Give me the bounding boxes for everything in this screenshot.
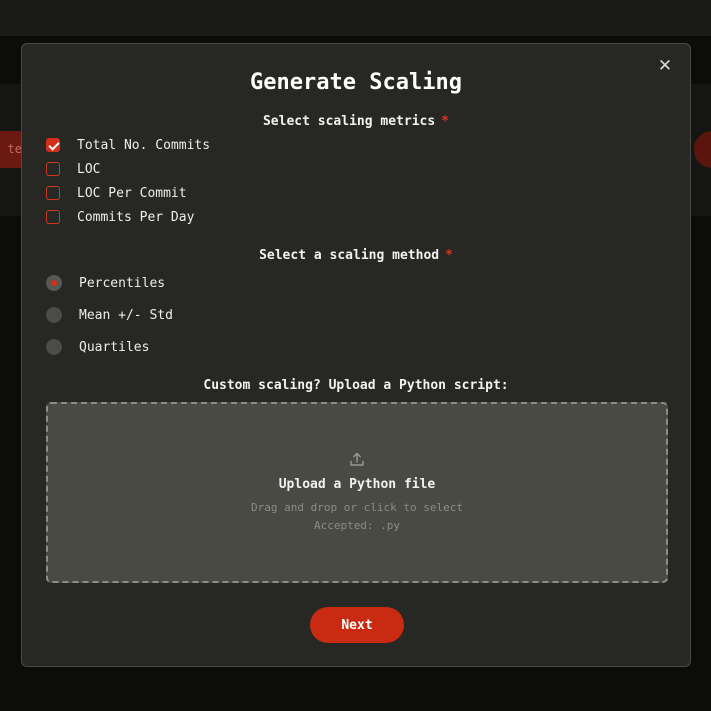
method-label-text: Select a scaling method (259, 248, 440, 263)
metric-option-commits-per-day[interactable]: Commits Per Day (46, 208, 194, 226)
metric-option-label: LOC (77, 161, 101, 177)
accepted-file-types: Accepted: .py (313, 519, 401, 532)
metric-checkbox[interactable] (46, 210, 60, 224)
method-option-mean-std[interactable]: Mean +/- Std (46, 306, 173, 324)
method-radio[interactable] (46, 307, 62, 323)
metric-option-label: Total No. Commits (77, 137, 211, 153)
upload-icon (350, 452, 364, 466)
generate-scaling-dialog: ✕ Generate Scaling Select scaling metric… (21, 43, 691, 667)
metric-option-label: LOC Per Commit (77, 185, 187, 201)
method-option-label: Mean +/- Std (79, 307, 173, 323)
background-topbar (0, 0, 711, 36)
method-radio[interactable] (46, 275, 62, 291)
metric-option-loc-per-commit[interactable]: LOC Per Commit (46, 184, 187, 202)
metric-option-total-commits[interactable]: Total No. Commits (46, 136, 210, 154)
dialog-title: Generate Scaling (250, 70, 462, 95)
method-option-percentiles[interactable]: Percentiles (46, 274, 165, 292)
metrics-label-text: Select scaling metrics (262, 114, 436, 129)
upload-title: Upload a Python file (278, 477, 436, 492)
next-button[interactable]: Next (310, 607, 404, 643)
metric-option-label: Commits Per Day (77, 209, 195, 225)
upload-hint: Drag and drop or click to select (251, 501, 463, 514)
metrics-section-label: Select scaling metrics * (22, 114, 690, 129)
metric-checkbox[interactable] (46, 186, 60, 200)
metric-checkbox[interactable] (46, 138, 60, 152)
metric-option-loc[interactable]: LOC (46, 160, 100, 178)
method-section-label: Select a scaling method * (22, 248, 690, 263)
metric-checkbox[interactable] (46, 162, 60, 176)
custom-scaling-label: Custom scaling? Upload a Python script: (203, 378, 509, 393)
method-option-quartiles[interactable]: Quartiles (46, 338, 149, 356)
method-radio[interactable] (46, 339, 62, 355)
method-option-label: Quartiles (79, 339, 150, 355)
required-asterisk: * (441, 114, 449, 129)
method-option-label: Percentiles (79, 275, 166, 291)
required-asterisk: * (445, 248, 453, 263)
python-file-dropzone[interactable]: Upload a Python file Drag and drop or cl… (46, 402, 668, 583)
